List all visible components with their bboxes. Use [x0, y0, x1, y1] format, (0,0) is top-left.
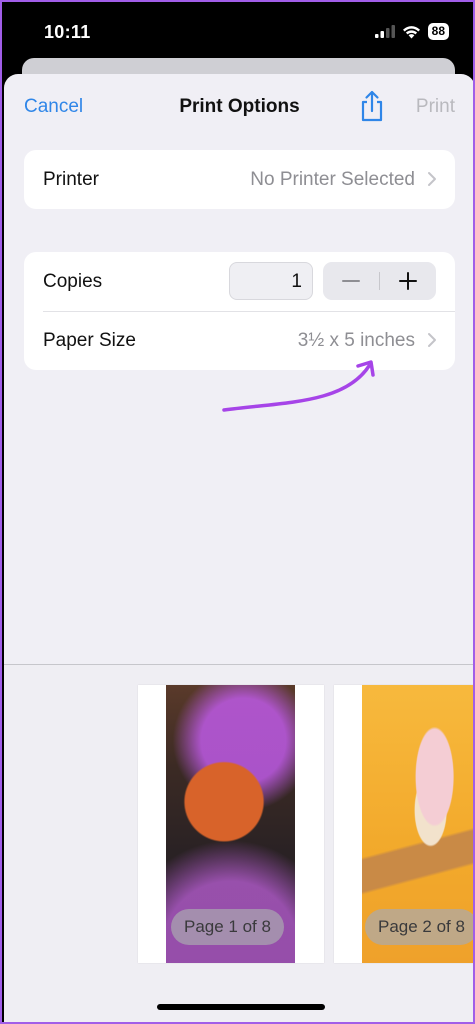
nav-bar: Cancel Print Options Print	[4, 74, 473, 138]
printer-value: No Printer Selected	[250, 169, 415, 190]
page-title: Print Options	[179, 96, 300, 117]
print-button[interactable]: Print	[416, 96, 455, 118]
cellular-signal-icon	[374, 25, 395, 38]
print-options-sheet: Cancel Print Options Print Printer No Pr…	[4, 74, 473, 1022]
decrement-button[interactable]	[323, 262, 379, 300]
status-time: 10:11	[44, 22, 91, 42]
copies-label: Copies	[43, 271, 103, 292]
battery-indicator: 88	[427, 23, 449, 40]
paper-size-label: Paper Size	[43, 330, 136, 351]
minus-icon	[342, 280, 360, 282]
page-badge: Page 2 of 8	[365, 909, 473, 945]
copies-row: Copies 1	[24, 252, 455, 312]
paper-size-value: 3½ x 5 inches	[297, 330, 415, 351]
printer-group: Printer No Printer Selected	[24, 150, 455, 209]
preview-page-2[interactable]: Page 2 of 8	[334, 685, 473, 963]
home-indicator[interactable]	[157, 1004, 325, 1010]
plus-icon	[399, 272, 417, 290]
copies-stepper	[323, 262, 436, 300]
phone-screen: 10:11 88 Cancel Print Options Print Prin…	[0, 0, 475, 1024]
share-icon[interactable]	[359, 90, 385, 122]
status-bar: 10:11 88	[2, 2, 473, 64]
options-group: Copies 1 Paper Size 3½ x 5 inches	[24, 252, 455, 370]
chevron-right-icon	[428, 333, 436, 347]
page-badge: Page 1 of 8	[171, 909, 284, 945]
print-preview: Page 1 of 8 Page 2 of 8	[4, 664, 473, 1022]
preview-page-1[interactable]: Page 1 of 8	[138, 685, 324, 963]
status-icons: 88	[374, 23, 449, 40]
copies-field[interactable]: 1	[229, 262, 313, 300]
printer-row[interactable]: Printer No Printer Selected	[24, 150, 455, 209]
chevron-right-icon	[428, 172, 436, 186]
printer-label: Printer	[43, 169, 99, 190]
increment-button[interactable]	[380, 262, 436, 300]
annotation-arrow-icon	[222, 360, 375, 412]
copies-value: 1	[291, 271, 302, 292]
wifi-icon	[402, 25, 420, 38]
